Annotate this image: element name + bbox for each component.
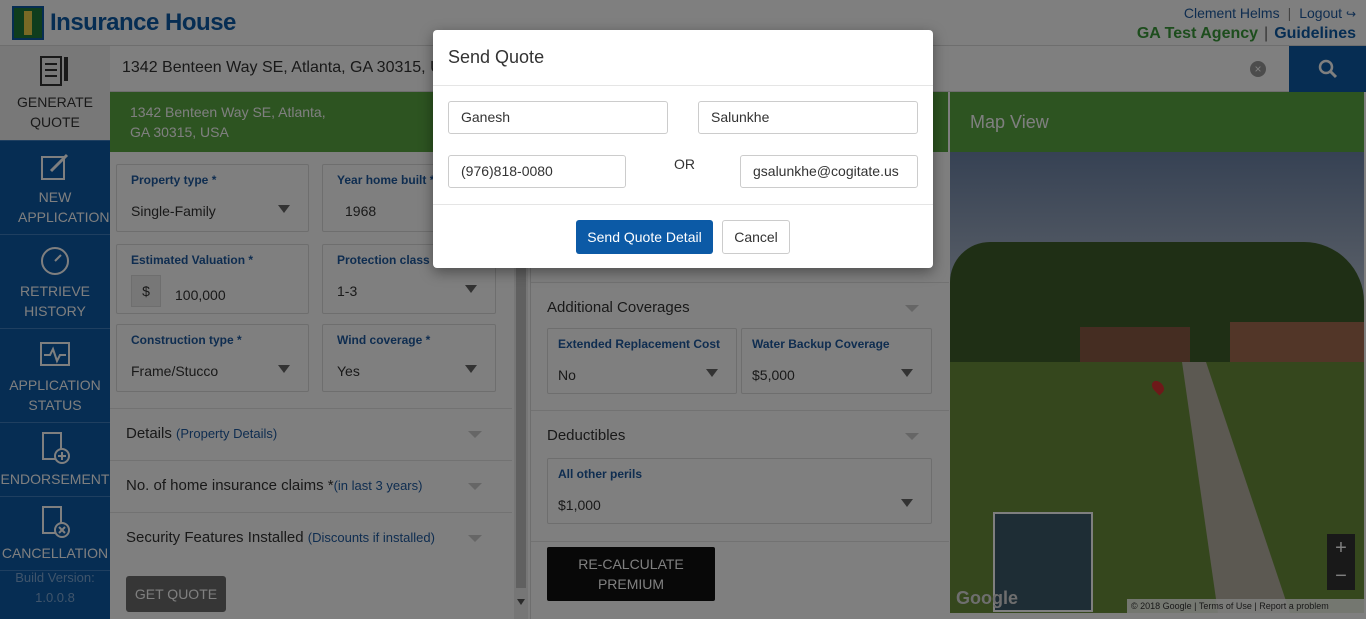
phone-field[interactable]: (976)818-0080: [448, 155, 626, 188]
cancel-button[interactable]: Cancel: [722, 220, 790, 254]
divider: [433, 204, 933, 205]
email-field[interactable]: gsalunkhe@cogitate.us: [740, 155, 918, 188]
divider: [433, 85, 933, 86]
modal-title: Send Quote: [448, 47, 545, 67]
send-quote-detail-button[interactable]: Send Quote Detail: [576, 220, 713, 254]
send-quote-modal: Send Quote Ganesh Salunkhe (976)818-0080…: [433, 30, 933, 268]
first-name-field[interactable]: Ganesh: [448, 101, 668, 134]
last-name-field[interactable]: Salunkhe: [698, 101, 918, 134]
or-label: OR: [674, 156, 695, 172]
